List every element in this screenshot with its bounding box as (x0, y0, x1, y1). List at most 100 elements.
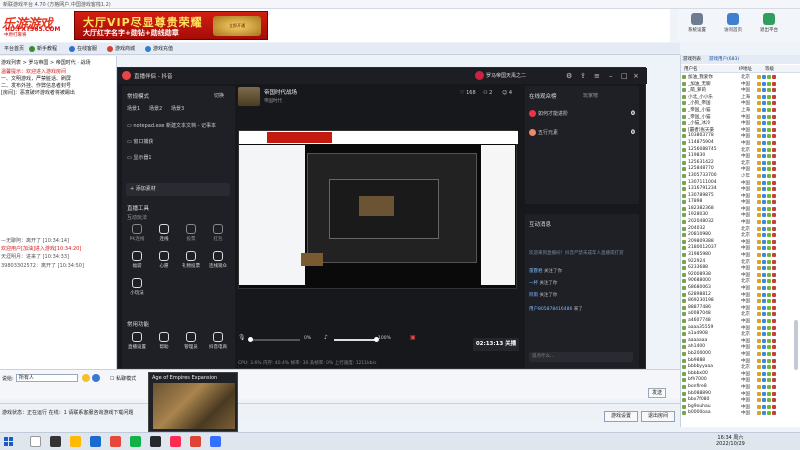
private-chat-checkbox[interactable]: ☐ 私聊模式 (110, 375, 136, 382)
general-function-button[interactable]: 直播设置 (126, 332, 148, 350)
user-row[interactable]: 1316791234 中国 (681, 186, 800, 193)
speaker-volume-slider[interactable] (334, 337, 379, 342)
user-row[interactable]: 869230198 中国 (681, 298, 800, 305)
speaker-icon[interactable]: ♪ (324, 334, 328, 341)
tool-button[interactable]: 连线观众 (207, 251, 229, 269)
general-function-button[interactable]: 管理员 (180, 332, 202, 350)
tab-shop[interactable]: 游戏商城 (104, 45, 138, 54)
user-row[interactable]: a4607748 中国 (681, 318, 800, 325)
user-row[interactable]: _帝国_小猫 上海 (681, 107, 800, 114)
mic-volume-slider[interactable] (247, 337, 300, 342)
game-icon[interactable] (150, 436, 161, 447)
user-row[interactable]: _小猫_冰冷 中国 (681, 120, 800, 127)
user-list-scrollbar[interactable] (794, 320, 798, 370)
tool-button[interactable]: 心愿 (153, 251, 175, 269)
send-button[interactable]: 发送 (648, 388, 666, 398)
col-username[interactable]: 用户名 (684, 66, 698, 72)
menu-icon[interactable]: ≡ (594, 72, 600, 80)
general-function-button[interactable]: 抖音电商 (207, 332, 229, 350)
user-row[interactable]: 103803778 中国 (681, 133, 800, 140)
share-icon[interactable]: ⇪ (580, 72, 586, 80)
exit-room-button[interactable]: 退出房间 (641, 411, 675, 422)
record-icon[interactable]: ▣ (410, 334, 416, 341)
visit-homepage-button[interactable]: 访问首页 (720, 13, 746, 33)
user-row[interactable]: 90688000 北京 (681, 278, 800, 285)
user-row[interactable]: b0000oaa 中国 (681, 410, 800, 417)
msg-user[interactable]: 阿雨 (529, 293, 538, 298)
platform-icon[interactable] (190, 436, 201, 447)
scene-tab-1[interactable]: 场景1 (127, 105, 140, 112)
mic-volume-knob[interactable] (247, 337, 253, 342)
user-row[interactable]: 加油_我爱你 北京 (681, 74, 800, 81)
scene-tab-2[interactable]: 场景2 (149, 105, 162, 112)
close-icon[interactable]: × (633, 72, 639, 80)
thumbnail-preview[interactable] (153, 383, 235, 429)
col-level[interactable]: 等级 (765, 66, 774, 72)
task-view-icon[interactable] (50, 436, 61, 447)
tab-recharge[interactable]: 游戏充值 (142, 45, 176, 54)
audience-rank-row[interactable]: 五行元素 (529, 129, 558, 136)
tab-game-list[interactable]: 游戏列表 (683, 56, 701, 62)
source-item[interactable]: ▭ 窗口捕获 (127, 138, 153, 145)
source-item[interactable]: ▭ notepad.exe 新建文本文档 - 记事本 (127, 122, 216, 129)
user-row[interactable]: 20810980 北京 (681, 232, 800, 239)
user-row[interactable]: bb200000 中国 (681, 351, 800, 358)
user-row[interactable]: bonfire8 中国 (681, 384, 800, 391)
general-function-button[interactable]: 帮助 (153, 332, 175, 350)
font-icon[interactable] (92, 374, 100, 382)
user-row[interactable]: a0087048 北京 (681, 311, 800, 318)
tool-button[interactable]: 礼物投票 (180, 251, 202, 269)
search-icon[interactable] (30, 436, 41, 447)
switch-mode-link[interactable]: 切换 (214, 92, 224, 99)
tab-support[interactable]: 在线客服 (66, 45, 100, 54)
vip-badge[interactable]: 立即开通 (213, 16, 261, 36)
maximize-icon[interactable]: □ (621, 72, 628, 80)
user-row[interactable]: _萌_萝莉 中国 (681, 87, 800, 94)
msg-user[interactable]: 用户805878416486 (529, 307, 572, 312)
add-source-button[interactable]: + 添加素材 (126, 183, 230, 196)
user-row[interactable]: 68680063 中国 (681, 285, 800, 292)
tool-button[interactable]: 小玩法 (126, 278, 148, 296)
tool-button[interactable]: 红包 (207, 224, 229, 242)
user-row[interactable]: 202048032 中国 (681, 219, 800, 226)
source-item[interactable]: ▭ 显示器1 (127, 154, 152, 161)
user-row[interactable]: 119830 中国 (681, 153, 800, 160)
player-rank-link[interactable]: 玩家榜 (583, 92, 598, 99)
settings-icon[interactable]: ⚙ (566, 72, 572, 80)
user-row[interactable]: 31985980 中国 (681, 252, 800, 259)
user-row[interactable]: bbx7f080 中国 (681, 397, 800, 404)
game-settings-button[interactable]: 游戏设置 (604, 411, 638, 422)
live-preview[interactable] (238, 130, 518, 289)
scene-tab-3[interactable]: 场景3 (171, 105, 184, 112)
stream-username[interactable]: 罗马帝国天禹之二 (486, 72, 526, 79)
user-row[interactable]: 1305733700 少年 (681, 173, 800, 180)
room-cover-image[interactable] (238, 87, 260, 106)
user-row[interactable]: _帝国_小猫 中国 (681, 114, 800, 121)
user-row[interactable]: _小狗_帝国 中国 (681, 100, 800, 107)
tool-button[interactable]: 投票 (180, 224, 202, 242)
msg-user[interactable]: 雷霆君 (529, 269, 543, 274)
user-row[interactable]: 小北_小小乐 上海 (681, 94, 800, 101)
user-row[interactable]: 6233688 中国 (681, 265, 800, 272)
tool-button[interactable]: PK连线 (126, 224, 148, 242)
chat-target-select[interactable]: 所有人 (16, 374, 78, 382)
tab-tutorial[interactable]: 新手教程 (26, 45, 60, 54)
avatar[interactable] (475, 71, 484, 80)
start-icon[interactable] (4, 437, 14, 447)
douyin-icon[interactable] (170, 436, 181, 447)
user-row[interactable]: ah1400 中国 (681, 344, 800, 351)
user-row[interactable]: bbbbyyaaa 北京 (681, 364, 800, 371)
user-row[interactable]: bfh7000 中国 (681, 377, 800, 384)
edge-icon[interactable] (90, 436, 101, 447)
mic-icon[interactable]: 🎙 (238, 334, 246, 341)
exit-platform-button[interactable]: 退出平台 (756, 13, 782, 33)
user-row[interactable]: _加油_无聊 中国 (681, 81, 800, 88)
user-row[interactable]: 114875904 中国 (681, 140, 800, 147)
app-icon[interactable] (110, 436, 121, 447)
user-row[interactable]: 17898 中国 (681, 199, 800, 206)
taskbar-thumbnail-popup[interactable]: Age of Empires Expansion (148, 372, 238, 432)
tab-home[interactable]: 平台首页 (1, 45, 27, 54)
vip-ad-banner[interactable]: 大厅VIP尽显尊贵荣耀 大厅红字名字+勋钻+勋线勋章 立即开通 (74, 11, 268, 40)
live-timer-button[interactable]: 02:13:13 关播 (473, 338, 519, 351)
emoji-icon[interactable] (82, 374, 90, 382)
